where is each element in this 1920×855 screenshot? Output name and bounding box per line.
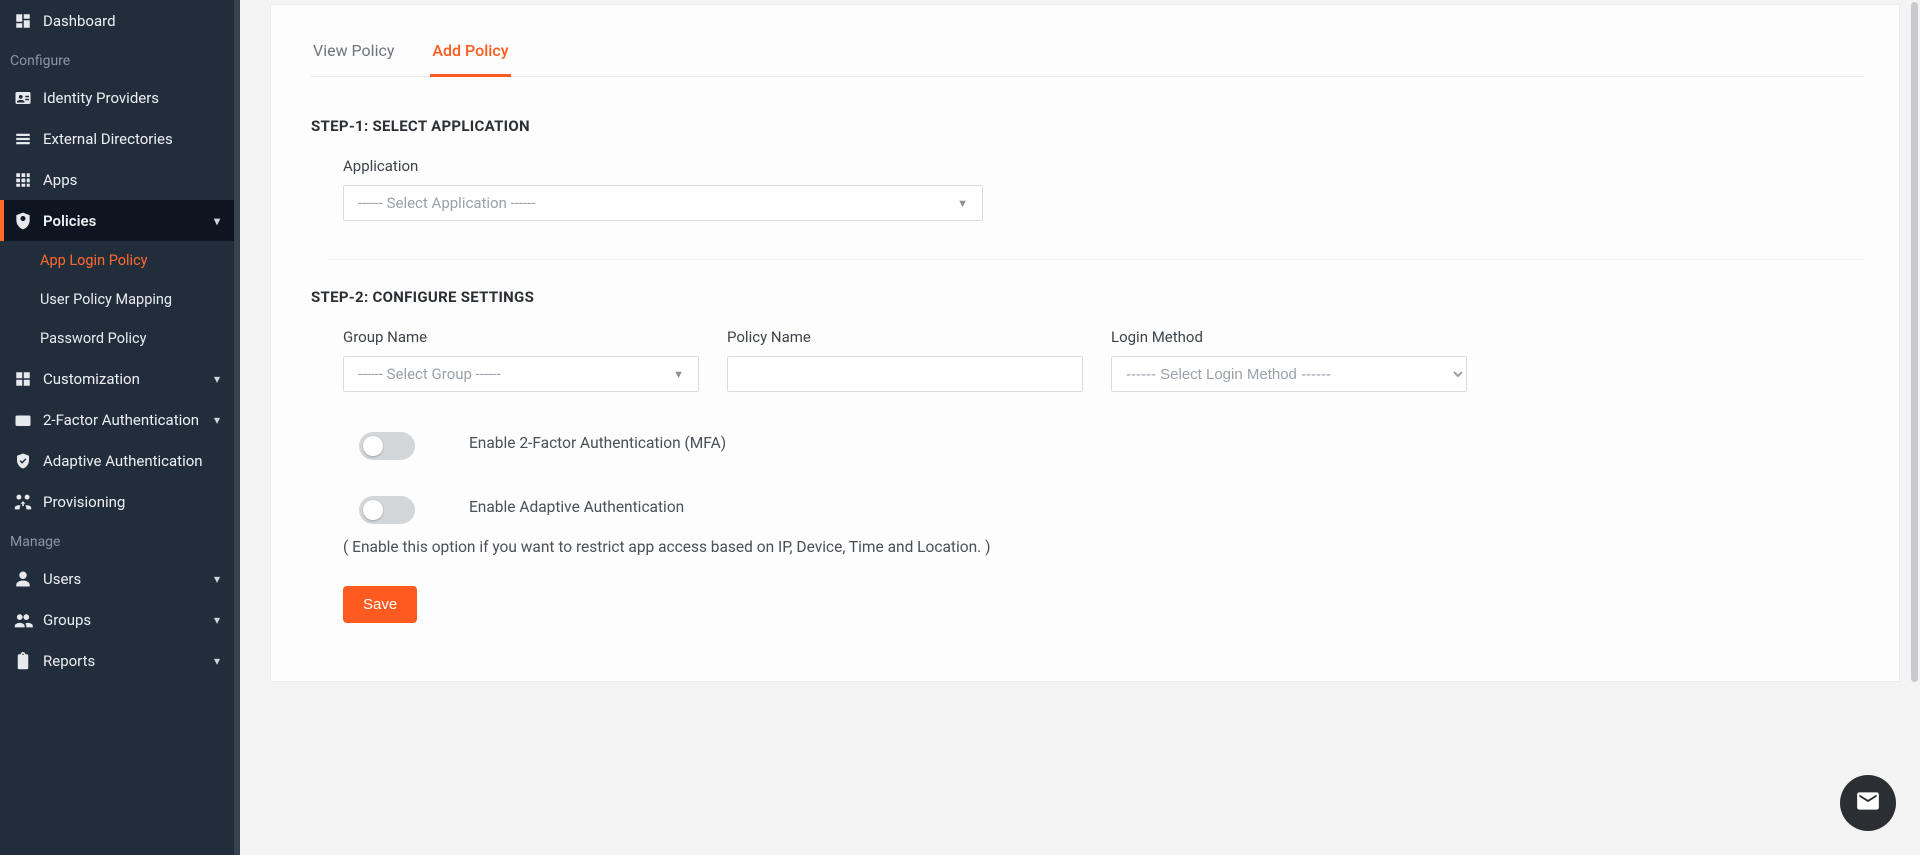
shield-icon	[12, 211, 34, 231]
sidebar-item-label: Provisioning	[43, 493, 220, 511]
sync-users-icon	[12, 493, 34, 511]
chevron-down-icon: ▾	[214, 572, 220, 586]
policy-name-field: Policy Name	[727, 328, 1083, 392]
sidebar-item-2fa[interactable]: 2-Factor Authentication ▾	[0, 399, 234, 440]
policy-name-input[interactable]	[727, 356, 1083, 392]
grid-icon	[12, 171, 34, 189]
list-icon	[12, 130, 34, 148]
caret-down-icon: ▼	[957, 197, 968, 210]
sidebar-item-label: Apps	[43, 171, 220, 189]
application-select-value: ------ Select Application ------	[358, 194, 535, 212]
application-field: Application ------ Select Application --…	[343, 157, 1303, 221]
sidebar-item-apps[interactable]: Apps	[0, 159, 234, 200]
sidebar-item-policies[interactable]: Policies ▾	[0, 200, 234, 241]
sidebar-item-label: Customization	[43, 370, 214, 388]
dashboard-icon	[12, 12, 34, 30]
sidebar-sub-app-login-policy[interactable]: App Login Policy	[0, 241, 234, 280]
chevron-down-icon: ▾	[214, 613, 220, 627]
mail-icon	[1855, 788, 1881, 818]
scrollbar[interactable]	[1911, 2, 1918, 682]
sidebar-item-groups[interactable]: Groups ▾	[0, 599, 234, 640]
sidebar-item-label: Identity Providers	[43, 89, 220, 107]
group-icon	[12, 611, 34, 629]
sidebar-item-label: External Directories	[43, 130, 220, 148]
step1-heading: STEP-1: SELECT APPLICATION	[311, 117, 1864, 135]
user-icon	[12, 570, 34, 588]
login-method-select[interactable]: ------ Select Login Method ------	[1111, 356, 1467, 392]
adaptive-help-text: ( Enable this option if you want to rest…	[343, 538, 1363, 556]
chevron-down-icon: ▾	[214, 413, 220, 427]
mfa-toggle-row: Enable 2-Factor Authentication (MFA)	[359, 432, 1379, 460]
sidebar-item-provisioning[interactable]: Provisioning	[0, 481, 234, 522]
chevron-down-icon: ▾	[214, 214, 220, 228]
caret-down-icon: ▼	[673, 368, 684, 381]
sidebar-sub-password-policy[interactable]: Password Policy	[0, 319, 234, 358]
sidebar-sub-label: User Policy Mapping	[40, 291, 172, 308]
sidebar-sub-label: App Login Policy	[40, 252, 148, 269]
tab-add-policy[interactable]: Add Policy	[430, 33, 510, 77]
sidebar-item-customization[interactable]: Customization ▾	[0, 358, 234, 399]
main-content: View Policy Add Policy STEP-1: SELECT AP…	[270, 0, 1900, 855]
sidebar-item-identity-providers[interactable]: Identity Providers	[0, 77, 234, 118]
login-method-label: Login Method	[1111, 328, 1467, 346]
step2-heading: STEP-2: CONFIGURE SETTINGS	[311, 288, 1864, 306]
adaptive-toggle-row: Enable Adaptive Authentication	[359, 496, 1379, 524]
save-button[interactable]: Save	[343, 586, 417, 623]
clipboard-icon	[12, 652, 34, 670]
application-label: Application	[343, 157, 1303, 175]
chevron-down-icon: ▾	[214, 654, 220, 668]
sidebar-section-manage: Manage	[0, 522, 234, 558]
divider	[327, 259, 1864, 260]
group-name-select-value: ------ Select Group ------	[358, 365, 501, 383]
sidebar-sub-label: Password Policy	[40, 330, 146, 347]
group-name-field: Group Name ------ Select Group ------ ▼	[343, 328, 699, 392]
tab-bar: View Policy Add Policy	[311, 33, 1864, 77]
group-name-select[interactable]: ------ Select Group ------ ▼	[343, 356, 699, 392]
sidebar-item-label: Users	[43, 570, 214, 588]
sidebar-item-users[interactable]: Users ▾	[0, 558, 234, 599]
sidebar-sub-user-policy-mapping[interactable]: User Policy Mapping	[0, 280, 234, 319]
sidebar-item-label: Reports	[43, 652, 214, 670]
sidebar-item-label: 2-Factor Authentication	[43, 411, 214, 429]
group-name-label: Group Name	[343, 328, 699, 346]
tab-view-policy[interactable]: View Policy	[311, 33, 396, 77]
mfa-toggle[interactable]	[359, 432, 415, 460]
application-select[interactable]: ------ Select Application ------ ▼	[343, 185, 983, 221]
login-method-field: Login Method ------ Select Login Method …	[1111, 328, 1467, 392]
pin-code-icon	[12, 412, 34, 428]
settings-grid: Group Name ------ Select Group ------ ▼ …	[343, 328, 1864, 392]
chat-button[interactable]	[1840, 775, 1896, 831]
mfa-toggle-label: Enable 2-Factor Authentication (MFA)	[469, 432, 726, 455]
sidebar-item-dashboard[interactable]: Dashboard	[0, 0, 234, 41]
shield-check-icon	[12, 452, 34, 470]
adaptive-toggle-label: Enable Adaptive Authentication	[469, 496, 684, 519]
id-card-icon	[12, 89, 34, 107]
sidebar-item-reports[interactable]: Reports ▾	[0, 640, 234, 681]
chevron-down-icon: ▾	[214, 372, 220, 386]
sidebar-item-label: Adaptive Authentication	[43, 452, 220, 470]
settings-icon	[12, 370, 34, 388]
sidebar-item-label: Dashboard	[43, 12, 220, 30]
sidebar: Dashboard Configure Identity Providers E…	[0, 0, 240, 855]
sidebar-item-label: Policies	[43, 212, 214, 230]
sidebar-section-configure: Configure	[0, 41, 234, 77]
sidebar-item-external-directories[interactable]: External Directories	[0, 118, 234, 159]
policy-panel: View Policy Add Policy STEP-1: SELECT AP…	[270, 4, 1900, 682]
adaptive-toggle[interactable]	[359, 496, 415, 524]
policy-name-label: Policy Name	[727, 328, 1083, 346]
sidebar-item-label: Groups	[43, 611, 214, 629]
sidebar-item-adaptive-auth[interactable]: Adaptive Authentication	[0, 440, 234, 481]
